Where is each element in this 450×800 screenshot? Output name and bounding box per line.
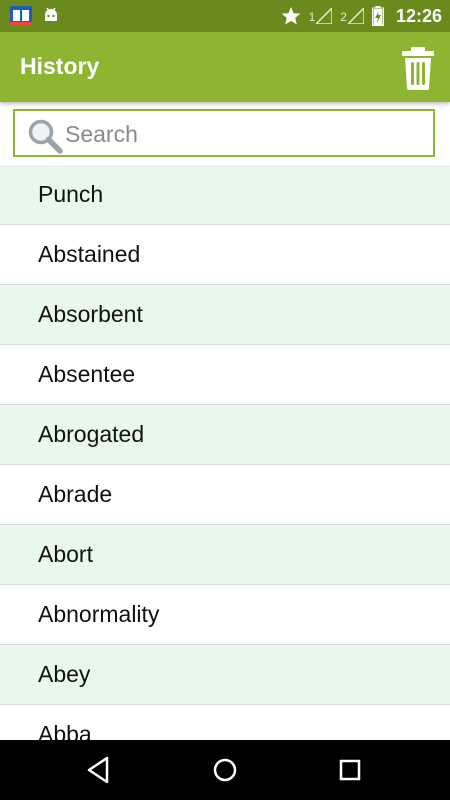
navigation-bar — [0, 740, 450, 800]
recents-icon — [339, 759, 361, 781]
home-icon — [213, 758, 237, 782]
list-item[interactable]: Punch — [0, 165, 450, 225]
signal-icon — [316, 8, 333, 24]
search-icon — [28, 119, 63, 154]
back-button[interactable] — [83, 754, 115, 786]
home-button[interactable] — [209, 754, 241, 786]
status-bar: 1 2 12:26 — [0, 0, 450, 32]
page-title: History — [20, 53, 100, 79]
recents-button[interactable] — [334, 754, 366, 786]
sim1-label: 1 — [308, 10, 316, 24]
back-icon — [87, 756, 109, 784]
dictionary-app-icon — [10, 6, 32, 26]
list-item[interactable]: Abba — [0, 705, 450, 740]
trash-icon — [402, 47, 434, 90]
sim2-label: 2 — [340, 10, 347, 24]
list-item[interactable]: Abstained — [0, 225, 450, 285]
list-item[interactable]: Abnormality — [0, 585, 450, 645]
list-item[interactable]: Absorbent — [0, 285, 450, 345]
history-list: Punch Abstained Absorbent Absentee Abrog… — [0, 165, 450, 740]
search-input[interactable] — [63, 115, 427, 153]
sim1-signal: 1 — [309, 8, 333, 24]
list-item[interactable]: Abort — [0, 525, 450, 585]
app-bar: History — [0, 32, 450, 102]
sim2-signal: 2 — [340, 8, 364, 24]
clear-history-button[interactable] — [398, 46, 438, 90]
list-item[interactable]: Abrade — [0, 465, 450, 525]
signal-icon — [347, 8, 364, 24]
list-item[interactable]: Absentee — [0, 345, 450, 405]
android-debug-icon — [45, 7, 57, 21]
search-box[interactable] — [13, 109, 435, 157]
clock: 12:26 — [395, 5, 442, 26]
list-item[interactable]: Abrogated — [0, 405, 450, 465]
star-icon — [281, 7, 300, 25]
battery-charging-icon — [371, 6, 384, 26]
list-item[interactable]: Abey — [0, 645, 450, 705]
